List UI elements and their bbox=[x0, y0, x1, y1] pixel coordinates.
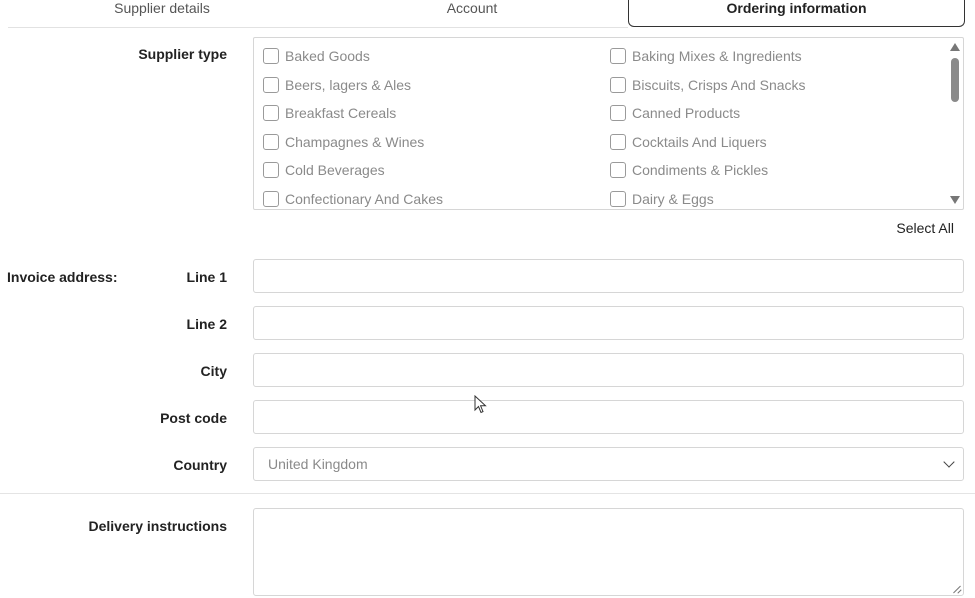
postcode-input[interactable] bbox=[253, 400, 964, 434]
checkbox-item[interactable]: Cocktails And Liquers bbox=[610, 132, 767, 152]
checkbox-item[interactable]: Champagnes & Wines bbox=[263, 132, 424, 152]
checkbox-item[interactable]: Condiments & Pickles bbox=[610, 160, 768, 180]
checkbox[interactable] bbox=[263, 105, 279, 121]
line1-label: Line 1 bbox=[186, 269, 227, 285]
country-label: Country bbox=[173, 457, 227, 473]
checkbox[interactable] bbox=[263, 48, 279, 64]
select-all-link[interactable]: Select All bbox=[870, 220, 954, 236]
country-select[interactable]: United Kingdom bbox=[253, 447, 964, 481]
checkbox-label: Dairy & Eggs bbox=[632, 191, 714, 207]
checkbox-item[interactable]: Beers, lagers & Ales bbox=[263, 75, 411, 95]
line2-label: Line 2 bbox=[186, 316, 227, 332]
checkbox-item[interactable]: Confectionary And Cakes bbox=[263, 189, 443, 209]
checkbox[interactable] bbox=[263, 191, 279, 207]
checkbox[interactable] bbox=[610, 48, 626, 64]
delivery-instructions-label: Delivery instructions bbox=[88, 518, 228, 534]
checkbox[interactable] bbox=[263, 162, 279, 178]
city-input[interactable] bbox=[253, 353, 964, 387]
tab-account[interactable]: Account bbox=[372, 0, 572, 27]
checkbox[interactable] bbox=[610, 105, 626, 121]
postcode-label: Post code bbox=[160, 410, 227, 426]
mouse-pointer-icon bbox=[474, 395, 487, 414]
checkbox-label: Canned Products bbox=[632, 105, 741, 121]
checkbox[interactable] bbox=[610, 77, 626, 93]
scrollbar[interactable] bbox=[947, 38, 963, 209]
tab-supplier-details[interactable]: Supplier details bbox=[60, 0, 264, 27]
checkbox-label: Breakfast Cereals bbox=[285, 105, 397, 121]
checkbox-item[interactable]: Cold Beverages bbox=[263, 160, 385, 180]
checkbox-item[interactable]: Biscuits, Crisps And Snacks bbox=[610, 75, 806, 95]
checkbox-label: Baked Goods bbox=[285, 48, 370, 64]
line2-input[interactable] bbox=[253, 306, 964, 340]
tab-divider bbox=[8, 27, 628, 28]
country-select-value: United Kingdom bbox=[268, 456, 368, 472]
scroll-down-arrow-icon[interactable] bbox=[950, 196, 960, 204]
line1-input[interactable] bbox=[253, 259, 964, 293]
checkbox-label: Cocktails And Liquers bbox=[632, 134, 767, 150]
tab-ordering-information[interactable]: Ordering information bbox=[628, 0, 965, 27]
invoice-address-label: Invoice address: bbox=[7, 269, 118, 285]
checkbox-label: Biscuits, Crisps And Snacks bbox=[632, 77, 806, 93]
checkbox[interactable] bbox=[263, 77, 279, 93]
checkbox-label: Condiments & Pickles bbox=[632, 162, 769, 178]
checkbox-item[interactable]: Baking Mixes & Ingredients bbox=[610, 46, 802, 66]
checkbox[interactable] bbox=[263, 134, 279, 150]
tab-bar: Supplier details Account Ordering inform… bbox=[0, 0, 975, 27]
supplier-type-label: Supplier type bbox=[138, 46, 227, 62]
checkbox-label: Champagnes & Wines bbox=[285, 134, 425, 150]
checkbox[interactable] bbox=[610, 191, 626, 207]
checkbox-label: Beers, lagers & Ales bbox=[285, 77, 412, 93]
checkbox-label: Confectionary And Cakes bbox=[285, 191, 443, 207]
checkbox-item[interactable]: Canned Products bbox=[610, 103, 740, 123]
resize-handle-icon[interactable] bbox=[953, 585, 961, 593]
city-label: City bbox=[200, 363, 227, 379]
scroll-up-arrow-icon[interactable] bbox=[950, 43, 960, 51]
checkbox[interactable] bbox=[610, 162, 626, 178]
delivery-instructions-textarea[interactable] bbox=[253, 508, 964, 596]
checkbox-item[interactable]: Breakfast Cereals bbox=[263, 103, 396, 123]
checkbox-label: Baking Mixes & Ingredients bbox=[632, 48, 802, 64]
chevron-down-icon bbox=[943, 455, 955, 468]
checkbox[interactable] bbox=[610, 134, 626, 150]
scrollbar-thumb[interactable] bbox=[951, 58, 959, 102]
checkbox-item[interactable]: Dairy & Eggs bbox=[610, 189, 714, 209]
section-divider bbox=[0, 493, 975, 494]
supplier-type-list[interactable]: Baked Goods Baking Mixes & Ingredients B… bbox=[253, 37, 964, 210]
checkbox-item[interactable]: Baked Goods bbox=[263, 46, 370, 66]
checkbox-label: Cold Beverages bbox=[285, 162, 385, 178]
